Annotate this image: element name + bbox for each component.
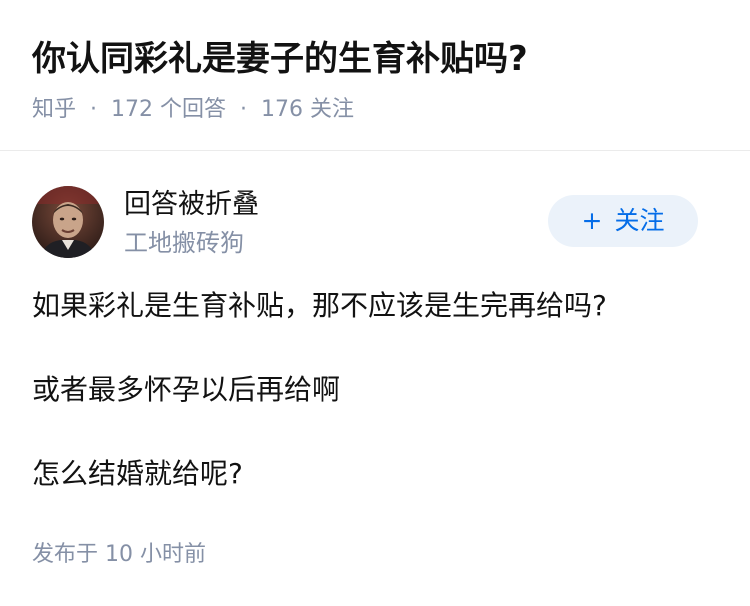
question-title[interactable]: 你认同彩礼是妻子的生育补贴吗? bbox=[32, 34, 528, 84]
follow-button-label: 关注 bbox=[614, 206, 665, 235]
answer-paragraph: 如果彩礼是生育补贴，那不应该是生完再给吗? bbox=[32, 289, 607, 322]
separator-dot: · bbox=[90, 97, 98, 122]
answer-time: 发布于 10 小时前 bbox=[32, 537, 206, 573]
question-meta: 知乎 · 172 个回答 · 176 关注 bbox=[32, 92, 354, 128]
author-name[interactable]: 回答被折叠 bbox=[124, 185, 259, 225]
published-label: 发布于 bbox=[32, 542, 99, 567]
author-headline: 工地搬砖狗 bbox=[124, 229, 244, 257]
answers-label[interactable]: 个回答 bbox=[160, 97, 226, 122]
source-label[interactable]: 知乎 bbox=[32, 97, 76, 122]
plus-icon: + bbox=[581, 206, 603, 235]
answer-body: 如果彩礼是生育补贴，那不应该是生完再给吗? 或者最多怀孕以后再给啊 怎么结婚就给… bbox=[32, 287, 722, 539]
follow-button[interactable]: + 关注 bbox=[548, 195, 698, 247]
published-time: 10 小时前 bbox=[105, 542, 207, 567]
answer-card: 回答被折叠 工地搬砖狗 + 关注 如果彩礼是生育补贴，那不应该是生完再给吗? 或者… bbox=[0, 151, 750, 606]
followers-count: 176 bbox=[261, 97, 304, 122]
followers-label: 关注 bbox=[310, 97, 355, 122]
avatar[interactable] bbox=[32, 186, 104, 258]
separator-dot: · bbox=[240, 97, 248, 122]
answers-count[interactable]: 172 bbox=[111, 97, 153, 122]
answer-paragraph: 怎么结婚就给呢? bbox=[32, 457, 243, 490]
answer-paragraph: 或者最多怀孕以后再给啊 bbox=[32, 373, 341, 406]
question-header: 你认同彩礼是妻子的生育补贴吗? 知乎 · 172 个回答 · 176 关注 bbox=[0, 0, 750, 151]
